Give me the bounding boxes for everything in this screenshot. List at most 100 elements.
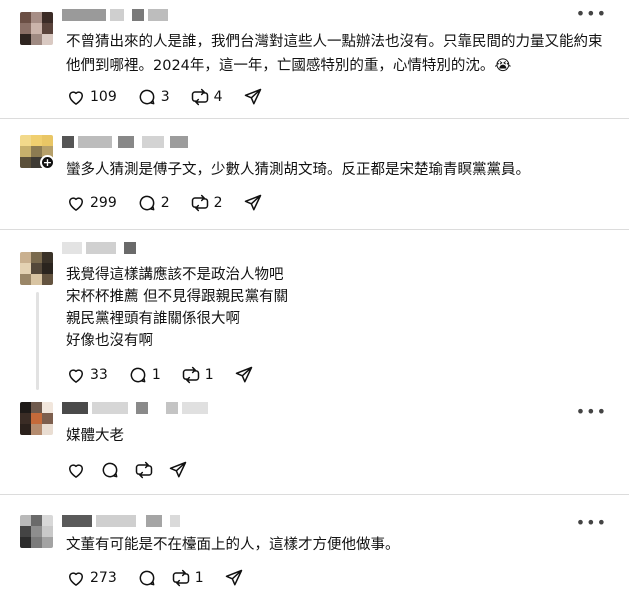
comment-icon bbox=[139, 89, 155, 105]
avatar-pixel bbox=[20, 146, 31, 157]
repost-icon bbox=[191, 194, 208, 212]
repost-count: 1 bbox=[194, 570, 204, 586]
avatar-pixel bbox=[20, 537, 31, 548]
share-button[interactable] bbox=[224, 568, 244, 588]
username-blurred[interactable] bbox=[62, 136, 212, 148]
username-blurred[interactable] bbox=[62, 515, 192, 527]
avatar-pixel bbox=[31, 402, 42, 413]
repost-count: 1 bbox=[204, 367, 214, 383]
heart-icon bbox=[69, 369, 83, 383]
comment-button[interactable]: 2 bbox=[137, 193, 176, 213]
repost-button[interactable]: 2 bbox=[190, 193, 229, 213]
avatar-pixel bbox=[42, 402, 53, 413]
post-5: ••• 文董有可能是不在檯面上的人，這樣才方便他做事。 273 1 bbox=[0, 495, 629, 598]
like-button[interactable]: 299 bbox=[66, 193, 123, 213]
avatar-pixel bbox=[20, 424, 31, 435]
like-count: 33 bbox=[90, 367, 108, 383]
post-actions: 273 1 bbox=[66, 567, 258, 589]
avatar-pixel bbox=[42, 413, 53, 424]
comment-count: 3 bbox=[160, 89, 170, 105]
avatar[interactable] bbox=[20, 12, 53, 45]
repost-icon bbox=[172, 569, 189, 587]
avatar-pixel bbox=[42, 526, 53, 537]
repost-button[interactable]: 1 bbox=[171, 568, 210, 588]
avatar-pixel bbox=[20, 274, 31, 285]
avatar-pixel bbox=[42, 274, 53, 285]
post-text: 媒體大老 bbox=[66, 428, 124, 444]
like-count: 109 bbox=[90, 89, 117, 105]
more-options-icon[interactable]: ••• bbox=[576, 515, 607, 531]
avatar-pixel bbox=[42, 515, 53, 526]
share-button[interactable] bbox=[243, 87, 263, 107]
share-button[interactable] bbox=[234, 365, 254, 385]
post-actions: 299 2 2 bbox=[66, 192, 277, 214]
avatar-pixel bbox=[42, 537, 53, 548]
like-button[interactable]: 109 bbox=[66, 87, 123, 107]
avatar-pixel bbox=[31, 413, 42, 424]
avatar[interactable] bbox=[20, 402, 53, 435]
avatar-pixel bbox=[20, 23, 31, 34]
more-options-icon[interactable]: ••• bbox=[576, 6, 607, 22]
like-count: 299 bbox=[90, 195, 117, 211]
avatar-pixel bbox=[42, 34, 53, 45]
post-actions: 33 1 1 bbox=[66, 364, 268, 386]
post-text: 我覺得這樣講應該不是政治人物吧 宋杯杯推薦 但不見得跟親民黨有關 親民黨裡頭有誰… bbox=[66, 267, 289, 349]
repost-icon bbox=[182, 366, 199, 384]
comment-button[interactable] bbox=[137, 568, 157, 588]
comment-button[interactable]: 1 bbox=[128, 365, 167, 385]
avatar-pixel bbox=[31, 252, 42, 263]
repost-count: 4 bbox=[213, 89, 223, 105]
post-3: 我覺得這樣講應該不是政治人物吧 宋杯杯推薦 但不見得跟親民黨有關 親民黨裡頭有誰… bbox=[0, 230, 629, 390]
like-button[interactable]: 273 bbox=[66, 568, 123, 588]
avatar[interactable] bbox=[20, 515, 53, 548]
avatar-pixel bbox=[31, 23, 42, 34]
avatar-pixel bbox=[31, 424, 42, 435]
comment-button[interactable]: 3 bbox=[137, 87, 176, 107]
heart-icon bbox=[69, 197, 83, 211]
comment-icon bbox=[130, 367, 146, 383]
post-actions: 109 3 4 bbox=[66, 86, 277, 108]
avatar-pixel bbox=[31, 274, 42, 285]
more-options-icon[interactable]: ••• bbox=[576, 404, 607, 420]
avatar-pixel bbox=[20, 135, 31, 146]
post-2: + 蠻多人猜測是傅子文，少數人猜測胡文琦。反正都是宋楚瑜青瞑黨黨員。 299 2… bbox=[0, 119, 629, 229]
username-blurred[interactable] bbox=[62, 242, 162, 254]
avatar-pixel bbox=[20, 402, 31, 413]
avatar-pixel bbox=[31, 12, 42, 23]
username-blurred[interactable] bbox=[62, 402, 222, 414]
share-button[interactable] bbox=[168, 460, 188, 480]
repost-icon bbox=[191, 88, 208, 106]
avatar-pixel bbox=[31, 515, 42, 526]
follow-plus-icon[interactable]: + bbox=[40, 155, 55, 170]
avatar-pixel bbox=[42, 424, 53, 435]
avatar-pixel bbox=[31, 537, 42, 548]
avatar-pixel bbox=[31, 34, 42, 45]
like-count: 273 bbox=[90, 570, 117, 586]
repost-button[interactable]: 1 bbox=[181, 365, 220, 385]
send-icon bbox=[225, 569, 242, 586]
avatar-pixel bbox=[31, 263, 42, 274]
avatar-pixel bbox=[20, 157, 31, 168]
avatar-pixel bbox=[42, 12, 53, 23]
comment-count: 2 bbox=[160, 195, 170, 211]
avatar-pixel bbox=[31, 526, 42, 537]
comment-icon bbox=[102, 462, 118, 478]
send-icon bbox=[244, 88, 261, 105]
avatar-pixel bbox=[42, 135, 53, 146]
avatar-pixel bbox=[42, 23, 53, 34]
post-text: 文董有可能是不在檯面上的人，這樣才方便他做事。 bbox=[66, 537, 400, 553]
comment-icon bbox=[139, 195, 155, 211]
username-blurred[interactable] bbox=[62, 9, 182, 21]
share-button[interactable] bbox=[243, 193, 263, 213]
repost-button[interactable]: 4 bbox=[190, 87, 229, 107]
repost-button[interactable] bbox=[134, 460, 154, 480]
thread-line bbox=[36, 292, 39, 390]
avatar-pixel bbox=[20, 34, 31, 45]
heart-icon bbox=[69, 572, 83, 586]
avatar[interactable] bbox=[20, 252, 53, 285]
like-button[interactable]: 33 bbox=[66, 365, 114, 385]
like-button[interactable] bbox=[66, 460, 86, 480]
avatar-pixel bbox=[20, 12, 31, 23]
comment-button[interactable] bbox=[100, 460, 120, 480]
post-actions bbox=[66, 459, 202, 481]
